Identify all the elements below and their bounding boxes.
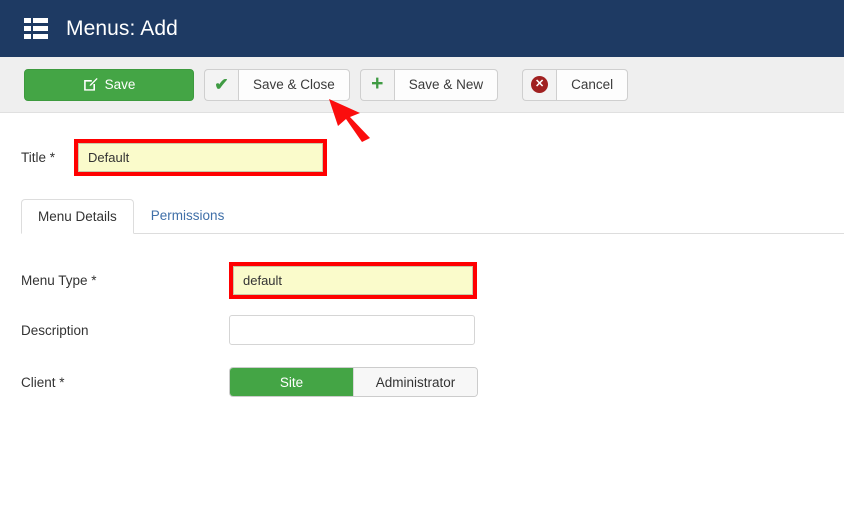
tabs-container: Menu Details Permissions: [0, 198, 844, 235]
menu-grid-icon: [24, 18, 48, 39]
form-content: Title * Default Menu Details Permissions…: [0, 139, 844, 398]
client-field-row: Client * Site Administrator: [21, 367, 844, 398]
save-button-label: Save: [104, 77, 136, 92]
menu-type-field-label: Menu Type *: [21, 273, 97, 289]
check-icon: ✔: [214, 75, 229, 94]
save-button[interactable]: Save: [24, 68, 194, 101]
save-and-new-button[interactable]: + Save & New: [359, 68, 499, 101]
client-toggle-group: Site Administrator: [229, 367, 478, 398]
title-field-highlight: Default: [74, 139, 327, 176]
description-field-row: Description: [21, 315, 844, 346]
page-header: Menus: Add: [0, 0, 844, 57]
save-and-new-icon-cell[interactable]: +: [359, 68, 394, 101]
client-field-label: Client *: [21, 374, 65, 390]
menu-details-panel: Menu Type * default Description Client *…: [0, 262, 844, 398]
menu-type-field-row: Menu Type * default: [21, 262, 844, 300]
title-field-label: Title *: [21, 150, 56, 165]
description-field-label: Description: [21, 322, 89, 338]
save-and-close-label[interactable]: Save & Close: [238, 68, 350, 101]
cancel-icon-cell[interactable]: ✕: [522, 68, 557, 101]
client-option-administrator[interactable]: Administrator: [353, 368, 477, 397]
menu-type-input[interactable]: default: [233, 266, 473, 296]
tab-permissions-label: Permissions: [150, 208, 225, 223]
close-circle-icon: ✕: [531, 76, 549, 93]
tab-menu-details[interactable]: Menu Details: [21, 199, 134, 235]
client-option-site[interactable]: Site: [230, 368, 353, 397]
save-and-close-button[interactable]: ✔ Save & Close: [204, 68, 350, 101]
tab-permissions[interactable]: Permissions: [134, 198, 242, 233]
title-field-row: Title * Default: [0, 139, 844, 176]
tab-menu-details-label: Menu Details: [38, 209, 117, 224]
save-and-close-icon-cell[interactable]: ✔: [204, 68, 238, 101]
title-input[interactable]: Default: [78, 143, 323, 172]
tab-list: Menu Details Permissions: [21, 198, 844, 235]
description-input[interactable]: [229, 315, 475, 346]
cancel-button[interactable]: ✕ Cancel: [522, 68, 629, 101]
tab-bottom-divider: [21, 233, 844, 235]
cancel-label[interactable]: Cancel: [556, 68, 629, 101]
toolbar: Save ✔ Save & Close + Save & New ✕ Cance…: [0, 57, 844, 113]
edit-square-icon: [83, 77, 98, 91]
page-title: Menus: Add: [66, 16, 178, 40]
menu-type-field-highlight: default: [229, 262, 477, 300]
save-and-new-label[interactable]: Save & New: [393, 68, 499, 101]
plus-icon: +: [371, 72, 384, 95]
